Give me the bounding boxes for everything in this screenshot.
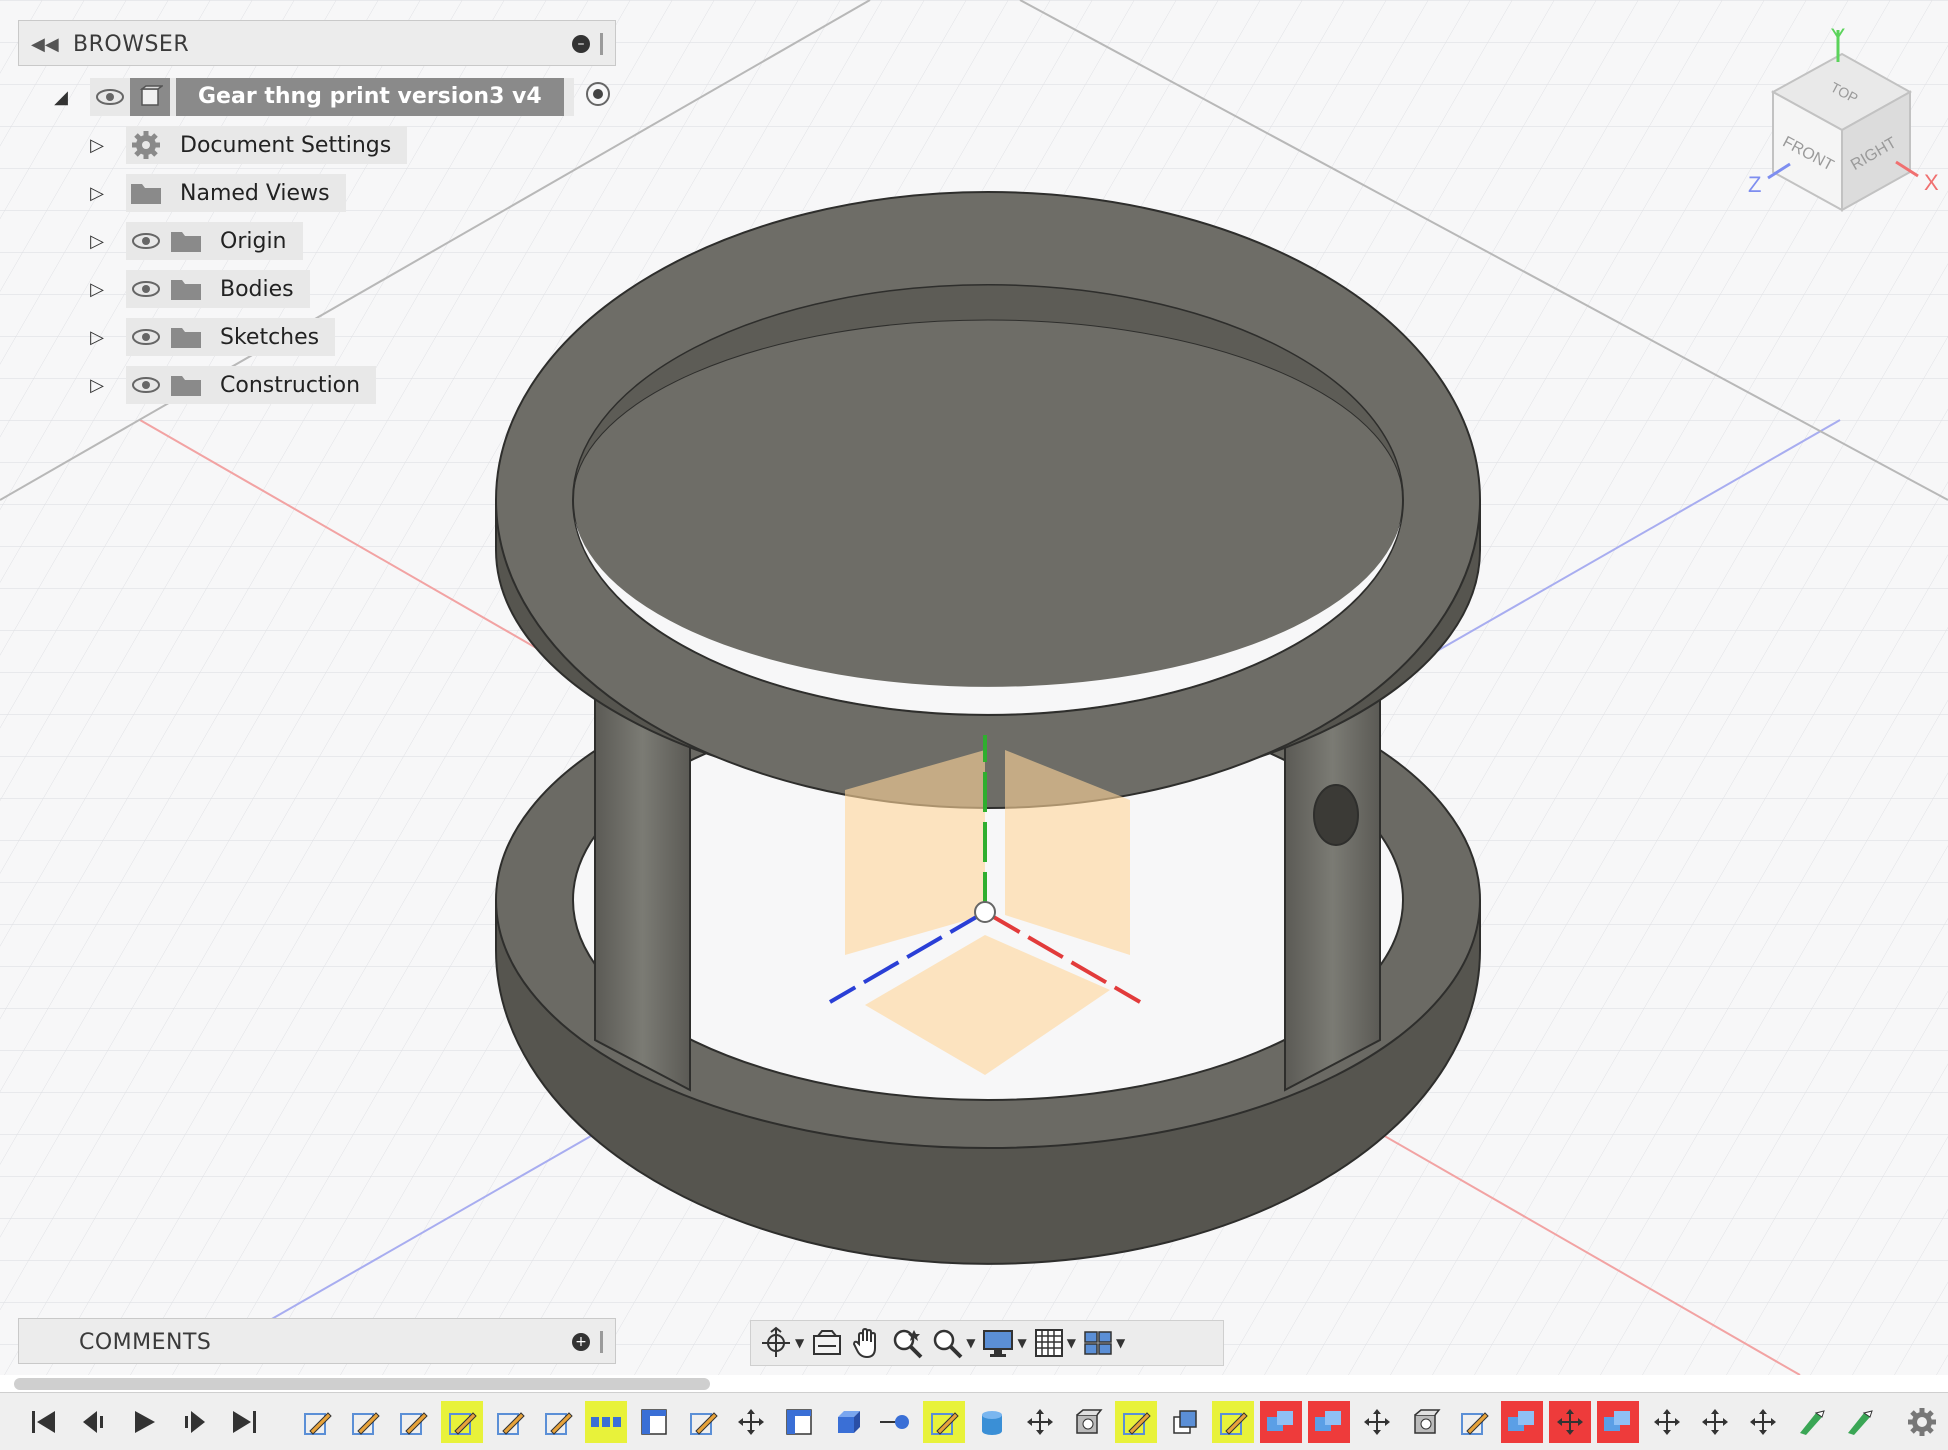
timeline-feature-move[interactable] bbox=[1019, 1401, 1061, 1443]
timeline-feature-sketch-active[interactable] bbox=[440, 1401, 483, 1443]
gear-frame-body[interactable] bbox=[495, 191, 1481, 1265]
pan-icon[interactable] bbox=[850, 1321, 884, 1365]
tree-item-label: Document Settings bbox=[180, 132, 392, 158]
display-settings-icon[interactable]: ▼ bbox=[981, 1321, 1027, 1365]
grip-icon[interactable] bbox=[600, 33, 603, 55]
folder-icon bbox=[126, 174, 166, 212]
axis-y-label: Y bbox=[1831, 24, 1846, 49]
timeline-feature-move[interactable] bbox=[1694, 1401, 1736, 1443]
timeline-feature-shell[interactable] bbox=[1405, 1401, 1447, 1443]
tree-item-label: Sketches bbox=[220, 324, 320, 350]
timeline-feature-move[interactable] bbox=[1742, 1401, 1784, 1443]
timeline-feature-sketch[interactable] bbox=[489, 1401, 531, 1443]
previous-icon[interactable] bbox=[74, 1405, 114, 1439]
grid-settings-icon[interactable]: ▼ bbox=[1033, 1321, 1076, 1365]
tree-item-named-views[interactable]: ▷ Named Views bbox=[82, 174, 346, 212]
timeline-feature-sketch-plane[interactable] bbox=[633, 1401, 675, 1443]
component-icon bbox=[130, 78, 170, 116]
timeline-scrollbar[interactable] bbox=[14, 1378, 710, 1390]
first-icon[interactable] bbox=[24, 1405, 64, 1439]
last-icon[interactable] bbox=[224, 1405, 264, 1439]
axis-z-label: Z bbox=[1748, 172, 1761, 197]
timeline-feature-combine-error[interactable] bbox=[1501, 1401, 1543, 1443]
gear-icon[interactable] bbox=[1902, 1405, 1942, 1439]
timeline-feature-sketch[interactable] bbox=[296, 1401, 338, 1443]
timeline-feature-combine-error[interactable] bbox=[1308, 1401, 1351, 1443]
zoom-icon[interactable] bbox=[890, 1321, 924, 1365]
timeline-feature-fillet[interactable] bbox=[1790, 1401, 1832, 1443]
timeline-feature-sketch-plane[interactable] bbox=[778, 1401, 820, 1443]
timeline-feature-sketch-active[interactable] bbox=[922, 1401, 965, 1443]
collapse-icon[interactable]: ◀◀ bbox=[31, 34, 59, 55]
timeline-feature-cylinder[interactable] bbox=[971, 1401, 1013, 1443]
timeline-feature-fillet[interactable] bbox=[1838, 1401, 1880, 1443]
viewports-icon[interactable]: ▼ bbox=[1082, 1321, 1125, 1365]
folder-icon bbox=[166, 318, 206, 356]
play-icon[interactable] bbox=[124, 1405, 164, 1439]
timeline-feature-sketch[interactable] bbox=[682, 1401, 724, 1443]
axis-x-label: X bbox=[1924, 170, 1939, 195]
expand-triangle-icon[interactable]: ▷ bbox=[82, 231, 112, 252]
folder-icon bbox=[166, 270, 206, 308]
minus-icon[interactable]: – bbox=[572, 35, 590, 53]
timeline-feature-combine-error[interactable] bbox=[1597, 1401, 1640, 1443]
expand-triangle-icon[interactable]: ▷ bbox=[82, 327, 112, 348]
tree-item-label: Bodies bbox=[220, 276, 294, 302]
timeline-feature-combine-error[interactable] bbox=[1260, 1401, 1302, 1443]
tree-item-bodies[interactable]: ▷ Bodies bbox=[82, 270, 310, 308]
timeline-feature-move-error[interactable] bbox=[1549, 1401, 1592, 1443]
tree-root[interactable]: ◢ Gear thng print version3 v4 bbox=[46, 78, 612, 116]
comments-title: COMMENTS bbox=[79, 1329, 212, 1355]
timeline-feature-plane[interactable] bbox=[1164, 1401, 1206, 1443]
eye-icon[interactable] bbox=[126, 222, 166, 260]
collapse-triangle-icon[interactable]: ◢ bbox=[46, 87, 76, 108]
look-at-icon[interactable] bbox=[810, 1321, 844, 1365]
timeline-feature-move[interactable] bbox=[730, 1401, 772, 1443]
expand-triangle-icon[interactable]: ▷ bbox=[82, 135, 112, 156]
tree-item-label: Origin bbox=[220, 228, 287, 254]
timeline-feature-move[interactable] bbox=[1356, 1401, 1398, 1443]
timeline-feature-sketch-active[interactable] bbox=[1211, 1401, 1254, 1443]
timeline-feature-point[interactable] bbox=[874, 1401, 916, 1443]
timeline-feature-sketch[interactable] bbox=[537, 1401, 579, 1443]
tree-item-construction[interactable]: ▷ Construction bbox=[82, 366, 377, 404]
eye-icon[interactable] bbox=[126, 270, 166, 308]
tree-item-sketches[interactable]: ▷ Sketches bbox=[82, 318, 336, 356]
tree-item-label: Named Views bbox=[180, 180, 330, 206]
grip-icon[interactable] bbox=[600, 1331, 603, 1353]
tree-item-document-settings[interactable]: ▷ Document Settings bbox=[82, 126, 408, 164]
timeline-feature-sketch[interactable] bbox=[392, 1401, 434, 1443]
browser-header: ◀◀ BROWSER – bbox=[19, 21, 615, 67]
expand-triangle-icon[interactable]: ▷ bbox=[82, 375, 112, 396]
expand-triangle-icon[interactable]: ▷ bbox=[82, 183, 112, 204]
tree-item-label: Construction bbox=[220, 372, 361, 398]
eye-icon[interactable] bbox=[126, 318, 166, 356]
plus-icon[interactable]: + bbox=[572, 1333, 590, 1351]
timeline-feature-shell[interactable] bbox=[1067, 1401, 1109, 1443]
browser-title: BROWSER bbox=[73, 31, 190, 57]
folder-icon bbox=[166, 222, 206, 260]
next-icon[interactable] bbox=[174, 1405, 214, 1439]
root-component-label: Gear thng print version3 v4 bbox=[176, 78, 564, 116]
activate-radio-icon[interactable] bbox=[584, 80, 612, 114]
eye-icon[interactable] bbox=[90, 78, 130, 116]
timeline-feature-pattern[interactable] bbox=[585, 1401, 628, 1443]
navigation-bar: ▼ ▼ ▼ ▼ ▼ bbox=[750, 1320, 1224, 1366]
zoom-window-icon[interactable]: ▼ bbox=[930, 1321, 975, 1365]
timeline-feature-move[interactable] bbox=[1646, 1401, 1688, 1443]
folder-icon bbox=[166, 366, 206, 404]
comments-panel: COMMENTS + bbox=[18, 1318, 616, 1364]
expand-triangle-icon[interactable]: ▷ bbox=[82, 279, 112, 300]
timeline-bar bbox=[0, 1392, 1948, 1450]
browser-panel: ◀◀ BROWSER – bbox=[18, 20, 616, 66]
timeline-feature-sketch-active[interactable] bbox=[1115, 1401, 1158, 1443]
comments-header: COMMENTS + bbox=[19, 1319, 615, 1365]
gear-icon bbox=[126, 126, 166, 164]
timeline-feature-box[interactable] bbox=[826, 1401, 868, 1443]
timeline-feature-sketch[interactable] bbox=[344, 1401, 386, 1443]
tree-item-origin[interactable]: ▷ Origin bbox=[82, 222, 303, 260]
orbit-icon[interactable]: ▼ bbox=[759, 1321, 804, 1365]
eye-icon[interactable] bbox=[126, 366, 166, 404]
timeline-feature-sketch[interactable] bbox=[1453, 1401, 1495, 1443]
